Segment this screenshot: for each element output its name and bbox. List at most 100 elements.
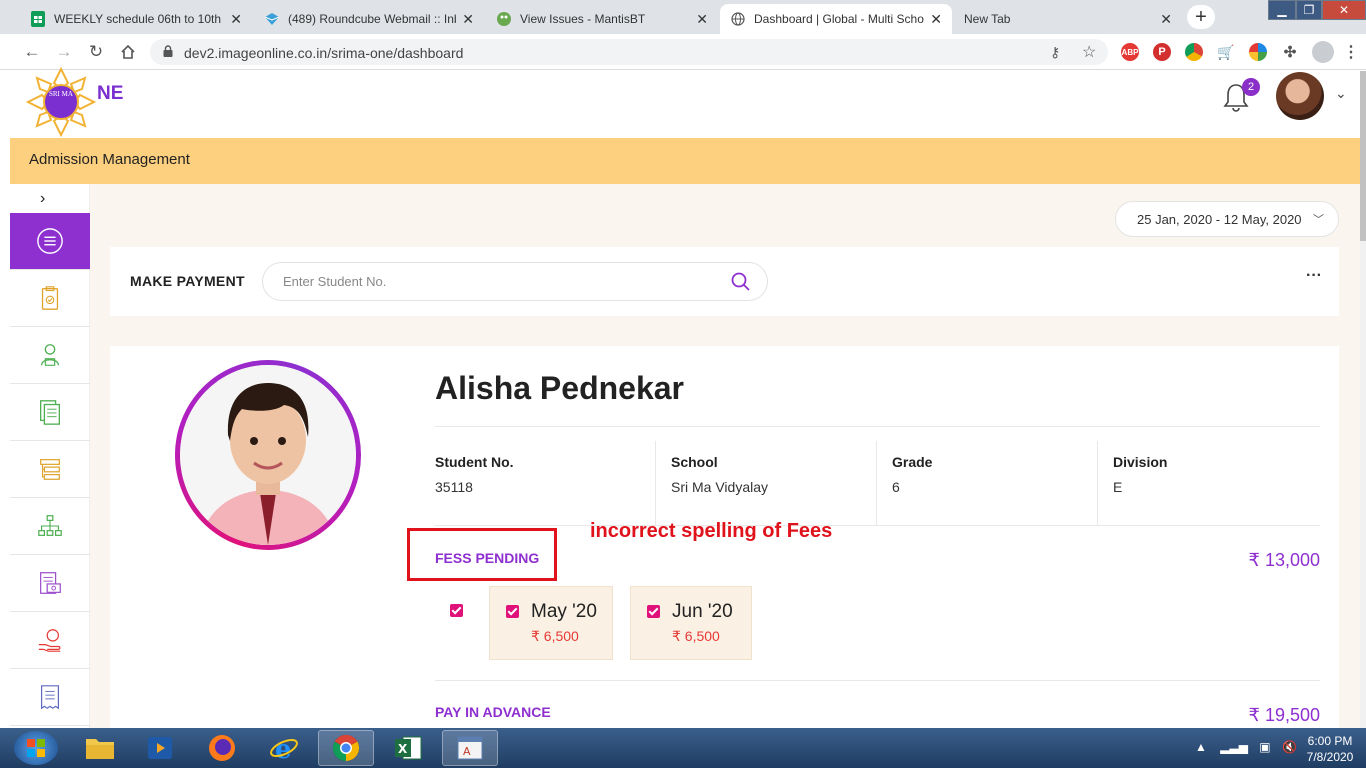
notification-count-badge: 2 — [1242, 78, 1260, 96]
month-label: Jun '20 — [672, 601, 733, 622]
sidebar-item-documents[interactable] — [10, 384, 90, 441]
close-tab-icon[interactable]: ✕ — [230, 11, 242, 28]
sidebar-item-hierarchy-list[interactable] — [10, 441, 90, 498]
payment-hand-icon — [38, 629, 61, 652]
taskbar-chrome[interactable] — [318, 730, 374, 766]
pay-in-advance-total: ₹ 19,500 — [1248, 705, 1320, 725]
browser-tab-sheets[interactable]: WEEKLY schedule 06th to 10th J ✕ — [20, 4, 252, 34]
user-avatar[interactable] — [1276, 72, 1324, 120]
pinterest-icon[interactable]: P — [1153, 43, 1171, 61]
browser-menu-icon[interactable]: ⋮ — [1342, 43, 1360, 61]
srima-one-logo[interactable]: SRI MA NE — [26, 67, 126, 137]
tab-title: View Issues - MantisBT — [520, 12, 646, 26]
clock-date: 7/8/2020 — [1306, 750, 1354, 764]
new-tab-button[interactable]: + — [1187, 5, 1215, 29]
student-number-search-input[interactable] — [262, 262, 768, 301]
field-label: Student No. — [435, 454, 514, 470]
taskbar-excel[interactable]: X — [380, 730, 436, 766]
extensions-puzzle-icon[interactable]: ✣ — [1281, 43, 1299, 61]
menu-icon — [37, 228, 63, 254]
browser-tab-mantis[interactable]: View Issues - MantisBT ✕ — [486, 4, 718, 34]
select-all-months-checkbox[interactable] — [450, 604, 463, 617]
key-icon[interactable]: ⚷ — [1050, 44, 1060, 61]
month-fee-card[interactable]: May '20 ₹ 6,500 — [489, 586, 613, 660]
student-number-field: Student No. 35118 — [435, 441, 656, 525]
main-content: 25 Jan, 2020 - 12 May, 2020 ﹀ MAKE PAYME… — [90, 184, 1360, 728]
power-icon[interactable]: ▣ — [1259, 740, 1270, 754]
taskbar-media-player[interactable] — [132, 730, 188, 766]
tab-title: WEEKLY schedule 06th to 10th J — [54, 12, 225, 26]
colorful-ext-icon[interactable] — [1249, 43, 1267, 61]
sidebar: › — [10, 184, 90, 728]
back-arrow-icon[interactable]: ← — [22, 42, 42, 62]
browser-toolbar: ← → ↻ dev2.imageonline.co.in/srima-one/d… — [0, 34, 1366, 70]
logo-text: NE — [97, 83, 124, 104]
media-player-icon — [148, 737, 172, 759]
more-options-icon[interactable]: ··· — [1306, 267, 1322, 285]
divider — [435, 525, 1320, 526]
checklist-icon — [41, 286, 59, 310]
folder-icon — [86, 739, 114, 759]
speaker-muted-icon[interactable]: 🔇 — [1282, 740, 1297, 754]
browser-tab-roundcube[interactable]: (489) Roundcube Webmail :: Inb ✕ — [254, 4, 484, 34]
chrome-ext-icon[interactable] — [1185, 43, 1203, 61]
sidebar-item-menu[interactable] — [10, 213, 90, 270]
home-icon[interactable] — [118, 42, 138, 62]
sidebar-item-org-chart[interactable] — [10, 498, 90, 555]
module-banner: Admission Management — [10, 138, 1360, 184]
sidebar-item-receipt[interactable] — [10, 669, 90, 726]
field-value: E — [1113, 479, 1123, 495]
svg-text:X: X — [398, 742, 408, 756]
system-clock[interactable]: 6:00 PM 7/8/2020 — [1300, 733, 1360, 765]
close-window-icon[interactable]: ✕ — [1322, 0, 1366, 20]
scrollbar-thumb[interactable] — [1360, 71, 1366, 241]
close-tab-icon[interactable]: ✕ — [696, 11, 708, 28]
taskbar-file-explorer[interactable] — [72, 730, 128, 766]
roundcube-icon — [264, 11, 280, 27]
division-field: Division E — [1113, 441, 1319, 525]
sidebar-item-payment[interactable] — [10, 612, 90, 669]
minimize-window-icon[interactable]: ▁ — [1268, 0, 1296, 20]
reload-icon[interactable]: ↻ — [86, 42, 106, 62]
documents-icon — [40, 400, 60, 425]
divider — [435, 426, 1320, 427]
show-hidden-icons-icon[interactable]: ▲ — [1195, 740, 1207, 754]
close-tab-icon[interactable]: ✕ — [930, 11, 942, 28]
month-checkbox[interactable] — [647, 605, 660, 618]
sidebar-expand-icon[interactable]: › — [40, 190, 45, 208]
chevron-down-icon[interactable]: ⌄ — [1335, 85, 1347, 102]
month-checkbox[interactable] — [506, 605, 519, 618]
taskbar-internet-explorer[interactable]: e — [256, 730, 312, 766]
profile-icon[interactable] — [1312, 41, 1334, 63]
close-tab-icon[interactable]: ✕ — [1160, 11, 1172, 28]
taskbar-text-editor[interactable]: A — [442, 730, 498, 766]
sheets-icon — [30, 11, 46, 27]
sidebar-item-fee-invoice[interactable] — [10, 555, 90, 612]
receipt-icon — [40, 685, 60, 710]
network-signal-icon[interactable]: ▂▃▅ — [1220, 740, 1248, 754]
windows-logo-icon — [27, 739, 45, 757]
url-text: dev2.imageonline.co.in/srima-one/dashboa… — [184, 45, 464, 61]
make-payment-title: MAKE PAYMENT — [130, 273, 245, 289]
taskbar-firefox[interactable] — [194, 730, 250, 766]
maximize-window-icon[interactable]: ❐ — [1296, 0, 1322, 20]
close-tab-icon[interactable]: ✕ — [462, 11, 474, 28]
hierarchy-list-icon — [40, 459, 60, 480]
browser-tab-dashboard[interactable]: Dashboard | Global - Multi Scho ✕ — [720, 4, 952, 34]
forward-arrow-icon[interactable]: → — [54, 42, 74, 62]
browser-tab-newtab[interactable]: New Tab ✕ — [954, 4, 1182, 34]
search-icon[interactable] — [730, 271, 752, 293]
field-value: 35118 — [435, 479, 473, 495]
address-bar[interactable]: dev2.imageonline.co.in/srima-one/dashboa… — [150, 39, 1108, 65]
sidebar-item-checklist[interactable] — [10, 270, 90, 327]
page-scrollbar[interactable] — [1360, 71, 1366, 728]
month-amount: ₹ 6,500 — [672, 628, 720, 644]
month-fee-card[interactable]: Jun '20 ₹ 6,500 — [630, 586, 752, 660]
annotation-highlight-box — [407, 528, 557, 581]
windows-start-button[interactable] — [14, 731, 58, 765]
sidebar-item-teacher[interactable] — [10, 327, 90, 384]
cart-icon[interactable]: 🛒 — [1217, 43, 1235, 61]
date-range-selector[interactable]: 25 Jan, 2020 - 12 May, 2020 ﹀ — [1115, 201, 1339, 237]
adblock-icon[interactable]: ABP — [1121, 43, 1139, 61]
bookmark-star-icon[interactable]: ☆ — [1082, 42, 1096, 62]
